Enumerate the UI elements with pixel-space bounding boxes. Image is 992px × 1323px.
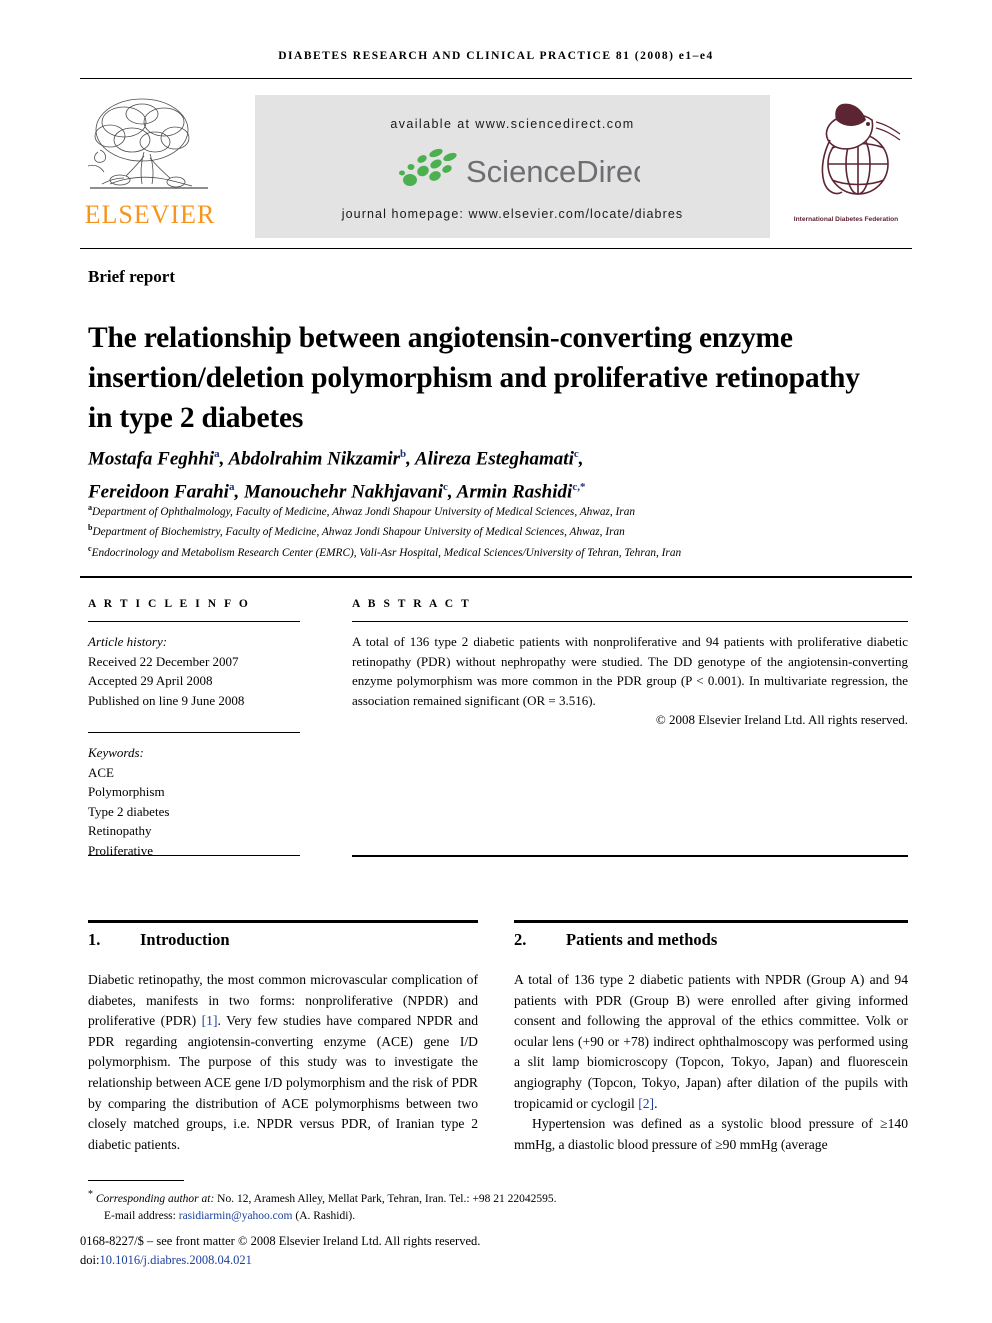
corresponding-author-footnote: * Corresponding author at: No. 12, Arame… bbox=[88, 1186, 648, 1226]
methods-paragraph-1: A total of 136 type 2 diabetic patients … bbox=[514, 970, 908, 1114]
section-number: 2. bbox=[514, 930, 527, 949]
header-divider bbox=[80, 78, 912, 79]
accepted-date: Accepted 29 April 2008 bbox=[88, 673, 213, 688]
abstract-rule bbox=[352, 621, 908, 622]
section-number: 1. bbox=[88, 930, 101, 949]
introduction-section-rule bbox=[88, 920, 478, 923]
paragraph-text: A total of 136 type 2 diabetic patients … bbox=[514, 972, 908, 1111]
published-date: Published on line 9 June 2008 bbox=[88, 692, 245, 708]
affiliation-text: Department of Ophthalmology, Faculty of … bbox=[92, 505, 636, 518]
masthead: ELSEVIER available at www.sciencedirect.… bbox=[80, 92, 912, 240]
journal-article-page: DIABETES RESEARCH AND CLINICAL PRACTICE … bbox=[0, 0, 992, 1323]
paragraph-text: . bbox=[654, 1095, 658, 1111]
article-info-column: A R T I C L E I N F O Article history: R… bbox=[88, 598, 300, 860]
sciencedirect-logo: ScienceDirect bbox=[390, 147, 658, 192]
issn-front-matter: 0168-8227/$ – see front matter © 2008 El… bbox=[80, 1234, 481, 1248]
article-info-bottom-rule bbox=[88, 855, 300, 856]
doi-link[interactable]: 10.1016/j.diabres.2008.04.021 bbox=[99, 1253, 251, 1267]
citation-link-2[interactable]: [2] bbox=[638, 1096, 654, 1111]
keywords-rule bbox=[88, 732, 300, 733]
elsevier-logo: ELSEVIER bbox=[80, 92, 220, 240]
abstract-section-divider bbox=[80, 576, 912, 579]
section-heading-introduction: 1. Introduction bbox=[88, 930, 478, 950]
article-info-rule bbox=[88, 621, 300, 622]
footnote-marker: * bbox=[88, 1189, 93, 1200]
affiliation-list: aDepartment of Ophthalmology, Faculty of… bbox=[88, 500, 908, 561]
abstract-column: A B S T R A C T A total of 136 type 2 di… bbox=[352, 598, 908, 728]
affiliation-marker: c,* bbox=[572, 481, 586, 494]
article-history-label: Article history: bbox=[88, 634, 168, 649]
doi-label: doi: bbox=[80, 1253, 100, 1267]
section-heading-patients-and-methods: 2. Patients and methods bbox=[514, 930, 908, 950]
corresponding-author-address: No. 12, Aramesh Alley, Mellat Park, Tehr… bbox=[214, 1192, 557, 1205]
author-name: , Abdolrahim Nikzamir bbox=[219, 448, 401, 470]
article-type-label: Brief report bbox=[88, 267, 176, 286]
elsevier-wordmark: ELSEVIER bbox=[84, 200, 216, 229]
keyword-item: Retinopathy bbox=[88, 823, 152, 838]
section-title-text: Patients and methods bbox=[566, 930, 718, 949]
footnote-divider bbox=[88, 1180, 184, 1181]
masthead-divider bbox=[80, 248, 912, 249]
affiliation-text: Department of Biochemistry, Faculty of M… bbox=[92, 526, 625, 539]
body-column-left: 1. Introduction Diabetic retinopathy, the… bbox=[88, 930, 478, 1155]
affiliation-item: bDepartment of Biochemistry, Faculty of … bbox=[88, 520, 908, 540]
running-head: DIABETES RESEARCH AND CLINICAL PRACTICE … bbox=[278, 50, 714, 62]
body-column-right: 2. Patients and methods A total of 136 ty… bbox=[514, 930, 908, 1155]
methods-paragraph-2: Hypertension was defined as a systolic b… bbox=[514, 1116, 908, 1152]
sciencedirect-banner: available at www.sciencedirect.com Scien… bbox=[255, 95, 770, 238]
article-history-block: Article history: Received 22 December 20… bbox=[88, 632, 300, 710]
affiliation-item: aDepartment of Ophthalmology, Faculty of… bbox=[88, 500, 908, 520]
keyword-item: Type 2 diabetes bbox=[88, 803, 170, 819]
journal-homepage-text: journal homepage: www.elsevier.com/locat… bbox=[341, 207, 684, 221]
page-title: The relationship between angiotensin-con… bbox=[88, 321, 860, 434]
idf-logo-caption: International Diabetes Federation bbox=[793, 216, 899, 223]
affiliation-text: Endocrinology and Metabolism Research Ce… bbox=[91, 546, 682, 559]
author-separator: , bbox=[578, 448, 584, 470]
keyword-item: Proliferative bbox=[88, 842, 153, 858]
doi-line: doi:10.1016/j.diabres.2008.04.021 bbox=[80, 1251, 680, 1270]
author-name: Mostafa Feghhi bbox=[88, 448, 215, 470]
imprint-block: 0168-8227/$ – see front matter © 2008 El… bbox=[80, 1232, 680, 1270]
keywords-label: Keywords: bbox=[88, 745, 144, 760]
international-diabetes-federation-logo: International Diabetes Federation bbox=[780, 94, 912, 238]
abstract-copyright: © 2008 Elsevier Ireland Ltd. All rights … bbox=[655, 712, 908, 727]
citation-link-1[interactable]: [1] bbox=[202, 1013, 218, 1028]
methods-section-rule bbox=[514, 920, 908, 923]
email-label: E-mail address: bbox=[104, 1210, 176, 1223]
paragraph-text: . Very few studies have compared NPDR an… bbox=[88, 1013, 478, 1152]
author-list: Mostafa Feghhia, Abdolrahim Nikzamirb, A… bbox=[88, 440, 898, 507]
article-info-heading: A R T I C L E I N F O bbox=[88, 598, 251, 610]
introduction-paragraph: Diabetic retinopathy, the most common mi… bbox=[88, 970, 478, 1155]
abstract-body: A total of 136 type 2 diabetic patients … bbox=[352, 634, 908, 708]
received-date: Received 22 December 2007 bbox=[88, 653, 239, 669]
keyword-item: ACE bbox=[88, 764, 114, 780]
abstract-bottom-rule bbox=[352, 855, 908, 857]
email-attribution: (A. Rashidi). bbox=[292, 1210, 356, 1223]
author-name: , Alireza Esteghamati bbox=[406, 448, 574, 470]
keywords-block: Keywords: ACE Polymorphism Type 2 diabet… bbox=[88, 743, 300, 860]
section-title-text: Introduction bbox=[140, 930, 230, 949]
corresponding-author-label: Corresponding author at: bbox=[95, 1192, 215, 1205]
affiliation-item: cEndocrinology and Metabolism Research C… bbox=[88, 541, 908, 561]
keyword-item: Polymorphism bbox=[88, 784, 165, 799]
available-at-text: available at www.sciencedirect.com bbox=[390, 117, 635, 131]
email-link[interactable]: rasidiarmin@yahoo.com bbox=[179, 1210, 293, 1222]
abstract-heading: A B S T R A C T bbox=[352, 598, 472, 610]
svg-text:ScienceDirect: ScienceDirect bbox=[466, 154, 640, 189]
email-line: E-mail address: rasidiarmin@yahoo.com (A… bbox=[88, 1208, 648, 1226]
